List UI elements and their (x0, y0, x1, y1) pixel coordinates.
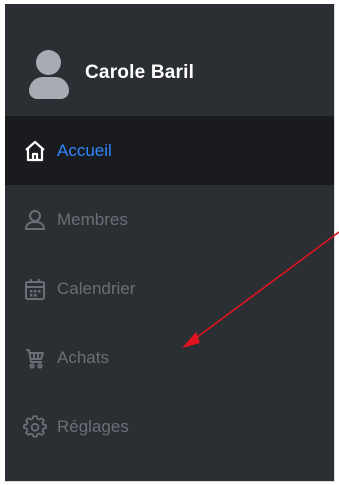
sidebar-item-label: Calendrier (57, 278, 136, 298)
sidebar-item-achats[interactable]: Achats (5, 323, 334, 392)
sidebar-item-accueil[interactable]: Accueil (5, 116, 334, 185)
sidebar-nav: Accueil Membres Calendrier Achats Réglag… (5, 116, 334, 461)
sidebar-item-label: Accueil (57, 140, 112, 160)
sidebar-item-label: Réglages (57, 416, 129, 436)
sidebar-item-membres[interactable]: Membres (5, 185, 334, 254)
sidebar-item-reglages[interactable]: Réglages (5, 392, 334, 461)
sidebar-item-label: Achats (57, 347, 109, 367)
cart-icon (23, 346, 47, 370)
user-icon (23, 208, 47, 232)
home-icon (23, 139, 47, 163)
calendar-icon (23, 277, 47, 301)
sidebar: Carole Baril Accueil Membres Calendrier … (5, 4, 335, 482)
user-profile[interactable]: Carole Baril (5, 4, 334, 114)
user-avatar-icon (27, 50, 71, 100)
gear-icon (23, 414, 47, 439)
user-name: Carole Baril (85, 62, 195, 83)
sidebar-item-label: Membres (57, 209, 128, 229)
sidebar-item-calendrier[interactable]: Calendrier (5, 254, 334, 323)
